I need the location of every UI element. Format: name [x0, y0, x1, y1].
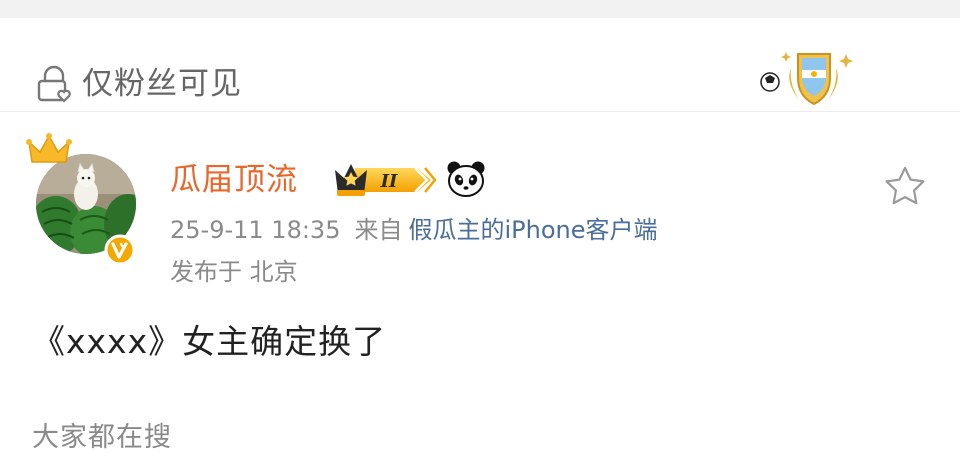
post-body-text: 《xxxx》女主确定换了 [32, 322, 387, 361]
visibility-row: 仅粉丝可见 [0, 18, 960, 112]
favorite-star-icon[interactable] [882, 164, 928, 208]
world-cup-shield-badge-icon [760, 52, 853, 106]
visibility-label: 仅粉丝可见 [82, 66, 242, 102]
username[interactable]: 瓜届顶流 [170, 160, 298, 200]
post-location: 发布于 北京 [170, 258, 298, 286]
panda-icon [447, 161, 485, 197]
member-level-text: II [380, 171, 398, 192]
verified-badge-icon [104, 234, 136, 266]
avatar-wrap[interactable] [26, 132, 146, 266]
post-timestamp: 25-9-11 18:35 [170, 216, 341, 244]
trending-searches-title: 大家都在搜 [32, 422, 172, 453]
member-level-badge[interactable]: II [335, 160, 439, 200]
crown-icon [26, 133, 72, 163]
post-meta: 25-9-11 18:35 来自 假瓜主的iPhone客户端 [170, 213, 657, 247]
source-prefix: 来自 [354, 216, 403, 244]
lock-heart-icon [37, 65, 71, 103]
post-card: 瓜届顶流 II 25-9-11 18:35 来自 假瓜主的iPhone客户端 发布于… [0, 112, 960, 453]
client-source-link[interactable]: 假瓜主的iPhone客户端 [408, 216, 657, 244]
top-divider-strip [0, 0, 960, 18]
